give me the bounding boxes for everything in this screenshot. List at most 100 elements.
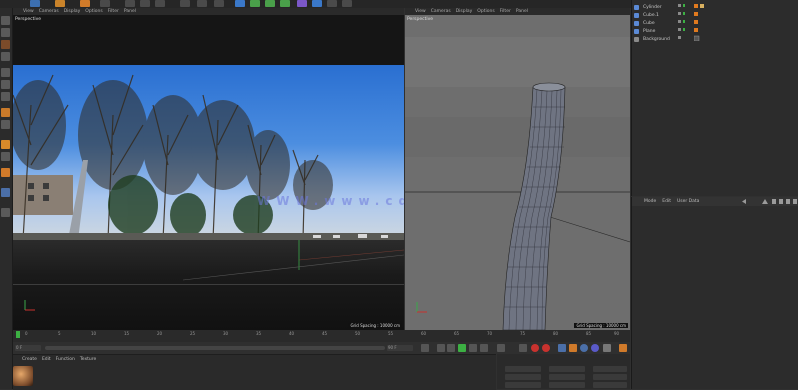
menu-panel[interactable]: Panel <box>124 9 136 14</box>
parameter-key-icon[interactable] <box>591 344 599 352</box>
menu-texture[interactable]: Texture <box>80 357 96 362</box>
position-key-icon[interactable] <box>558 344 566 352</box>
model-mode-icon[interactable] <box>1 28 10 37</box>
menu-filter[interactable]: Filter <box>108 9 119 14</box>
rotation-b-field[interactable] <box>593 382 627 388</box>
menu-cameras[interactable]: Cameras <box>39 9 59 14</box>
position-y-field[interactable] <box>505 374 541 380</box>
previous-key-icon[interactable] <box>437 344 445 352</box>
menu-view[interactable]: View <box>415 9 426 14</box>
tick-label: 35 <box>256 331 262 336</box>
edges-mode-icon[interactable] <box>1 80 10 89</box>
menu-edit[interactable]: Edit <box>42 357 51 362</box>
menu-filter[interactable]: Filter <box>500 9 511 14</box>
nurbs-icon[interactable] <box>265 0 275 7</box>
autokey-icon[interactable] <box>531 344 539 352</box>
menu-mode[interactable]: Mode <box>644 199 656 204</box>
playhead-marker[interactable] <box>16 331 20 338</box>
sculpt-icon[interactable] <box>1 188 10 197</box>
render-settings-icon[interactable] <box>214 0 224 7</box>
scale-key-icon[interactable] <box>569 344 577 352</box>
enable-axis-icon[interactable] <box>1 108 10 117</box>
object-name: Cylinder <box>643 4 662 10</box>
next-key-icon[interactable] <box>480 344 488 352</box>
tweak-icon[interactable] <box>1 120 10 129</box>
soft-selection-icon[interactable] <box>1 168 10 177</box>
menu-display[interactable]: Display <box>64 9 81 14</box>
menu-panel[interactable]: Panel <box>516 9 528 14</box>
tag-icons[interactable] <box>693 3 708 42</box>
cylinder-wireframe[interactable] <box>405 17 630 330</box>
cylinder-icon <box>634 4 639 10</box>
object-row-cube-1[interactable]: Cube.1 <box>634 11 659 19</box>
menu-edit[interactable]: Edit <box>662 199 671 204</box>
visibility-toggles[interactable] <box>678 3 688 41</box>
tick-label: 50 <box>355 331 361 336</box>
go-to-end-icon[interactable] <box>497 344 505 352</box>
lock-workplane-icon[interactable] <box>1 152 10 161</box>
go-to-start-icon[interactable] <box>421 344 429 352</box>
x-axis-icon[interactable] <box>125 0 135 7</box>
menu-options[interactable]: Options <box>85 9 102 14</box>
menu-cameras[interactable]: Cameras <box>431 9 451 14</box>
object-row-cube[interactable]: Cube <box>634 19 655 27</box>
viewport-perspective-left[interactable]: View Cameras Display Options Filter Pane… <box>13 8 404 330</box>
position-x-field[interactable] <box>505 366 541 372</box>
make-editable-icon[interactable] <box>1 16 10 25</box>
render-picture-viewer-icon[interactable] <box>197 0 207 7</box>
point-level-icon[interactable] <box>603 344 611 352</box>
scale-tool-icon[interactable] <box>80 0 90 7</box>
material-swatch[interactable] <box>13 366 33 386</box>
texture-mode-icon[interactable] <box>1 40 10 49</box>
deformer-icon[interactable] <box>297 0 307 7</box>
next-frame-icon[interactable] <box>469 344 477 352</box>
menu-create[interactable]: Create <box>22 357 37 362</box>
object-row-background[interactable]: Background <box>634 35 670 43</box>
end-frame-field[interactable]: 90 F <box>387 345 413 351</box>
menu-display[interactable]: Display <box>456 9 473 14</box>
menu-function[interactable]: Function <box>56 357 75 362</box>
camera-icon[interactable] <box>327 0 337 7</box>
move-tool-icon[interactable] <box>55 0 65 7</box>
spline-icon[interactable] <box>250 0 260 7</box>
z-axis-icon[interactable] <box>155 0 165 7</box>
size-z-field[interactable] <box>549 382 585 388</box>
light-icon[interactable] <box>342 0 352 7</box>
object-row-cylinder[interactable]: Cylinder <box>634 3 662 11</box>
snap-icon[interactable] <box>1 140 10 149</box>
workplane-icon[interactable] <box>1 52 10 61</box>
menu-options[interactable]: Options <box>477 9 494 14</box>
size-y-field[interactable] <box>549 374 585 380</box>
size-x-field[interactable] <box>549 366 585 372</box>
position-z-field[interactable] <box>505 382 541 388</box>
play-icon[interactable] <box>458 344 466 352</box>
array-icon[interactable] <box>280 0 290 7</box>
undo-icon[interactable] <box>30 0 40 7</box>
timeline-window-icon[interactable] <box>619 344 627 352</box>
frame-range-slider[interactable] <box>45 346 385 350</box>
rotation-key-icon[interactable] <box>580 344 588 352</box>
rotation-p-field[interactable] <box>593 374 627 380</box>
record-active-icon[interactable] <box>519 344 527 352</box>
previous-frame-icon[interactable] <box>447 344 455 352</box>
menu-user-data[interactable]: User Data <box>677 199 699 204</box>
keyframe-selection-icon[interactable] <box>542 344 550 352</box>
tick-label: 5 <box>58 331 61 336</box>
timeline-ruler[interactable]: 0 5 10 15 20 25 30 35 40 45 50 55 60 65 … <box>13 330 630 342</box>
y-axis-icon[interactable] <box>140 0 150 7</box>
xpresso-icon[interactable] <box>1 208 10 217</box>
scene-icon[interactable] <box>312 0 322 7</box>
points-mode-icon[interactable] <box>1 68 10 77</box>
polygons-mode-icon[interactable] <box>1 92 10 101</box>
object-row-plane[interactable]: Plane <box>634 27 655 35</box>
tick-label: 45 <box>322 331 328 336</box>
world-axis-gizmo <box>23 298 37 314</box>
viewport-perspective-right[interactable]: View Cameras Display Options Filter Pane… <box>405 8 630 330</box>
start-frame-field[interactable]: 0 F <box>15 345 41 351</box>
attribute-nav-icons[interactable] <box>742 198 798 205</box>
rotate-tool-icon[interactable] <box>100 0 110 7</box>
cube-primitive-icon[interactable] <box>235 0 245 7</box>
menu-view[interactable]: View <box>23 9 34 14</box>
rotation-h-field[interactable] <box>593 366 627 372</box>
render-view-icon[interactable] <box>180 0 190 7</box>
